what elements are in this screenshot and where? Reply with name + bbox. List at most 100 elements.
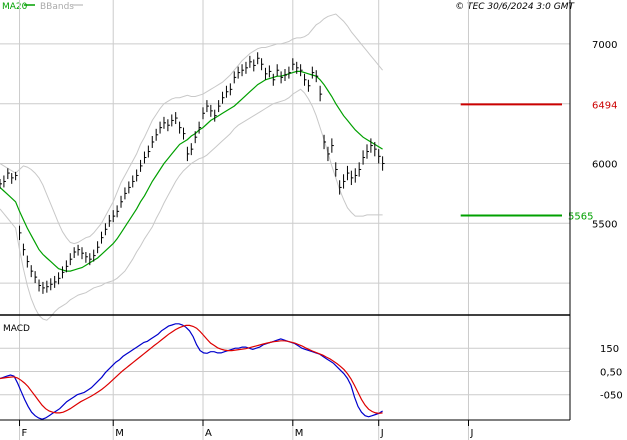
price-bar	[311, 66, 315, 79]
price-bar	[288, 66, 291, 79]
price-bar	[292, 58, 295, 71]
macd-tick-label: 150	[600, 344, 619, 355]
price-bar	[370, 138, 373, 153]
price-bar	[214, 109, 217, 122]
price-bar	[374, 141, 377, 157]
price-bar	[366, 144, 369, 159]
ma20-series	[0, 70, 383, 272]
price-bar	[163, 116, 166, 129]
price-bar	[19, 225, 22, 241]
price-bar	[253, 59, 256, 72]
price-bar	[151, 135, 155, 148]
macd-y-axis: 150 0,50 -050	[600, 344, 623, 402]
price-bar	[140, 159, 143, 172]
price-bar	[343, 174, 346, 189]
bbands-lines	[0, 13, 383, 321]
price-bar	[179, 121, 182, 134]
price-bar	[245, 61, 248, 74]
price-bar	[11, 173, 14, 184]
price-bar	[218, 100, 221, 113]
price-bar	[229, 83, 233, 96]
price-bar	[307, 79, 311, 92]
price-bar	[315, 70, 319, 83]
price-bar	[331, 138, 334, 153]
price-bar	[116, 205, 120, 218]
price-bar	[272, 73, 276, 86]
price-bar	[97, 241, 100, 254]
x-tick-label: A	[205, 428, 212, 439]
price-bar	[22, 243, 26, 256]
price-tick-label: 6000	[592, 160, 617, 171]
price-bar	[34, 271, 38, 284]
price-bar	[175, 112, 178, 125]
price-tick-label: 7000	[592, 40, 617, 51]
price-bar	[58, 272, 61, 285]
ma20-line	[0, 70, 383, 272]
price-bar	[85, 252, 88, 263]
price-bar	[319, 85, 323, 102]
price-bar	[26, 255, 30, 268]
price-bar	[300, 64, 303, 77]
price-bar	[171, 114, 174, 127]
price-bar	[210, 104, 213, 117]
x-tick-label: M	[295, 428, 304, 439]
price-bar	[155, 128, 159, 141]
price-bar	[77, 244, 81, 256]
price-bar	[222, 91, 225, 104]
price-bar	[124, 187, 127, 200]
price-bar	[261, 58, 264, 71]
price-bar	[202, 107, 206, 120]
price-bar	[296, 61, 299, 74]
price-bar	[112, 210, 116, 223]
x-axis: FMAMJJ	[19, 420, 473, 439]
legend-bbands: BBands	[40, 2, 74, 12]
price-bar	[280, 71, 284, 84]
price-bar	[182, 127, 186, 140]
price-grid	[0, 0, 570, 440]
macd-series-signal	[0, 324, 383, 414]
price-bar	[276, 64, 280, 77]
price-bar	[159, 121, 163, 134]
price-bar	[81, 247, 84, 260]
price-bar	[69, 253, 73, 266]
price-bar	[50, 278, 53, 291]
price-bar	[268, 65, 272, 78]
price-bar	[167, 119, 170, 132]
resistance-label: 6494	[592, 100, 617, 111]
x-tick-label: M	[115, 428, 124, 439]
price-bar	[42, 281, 45, 294]
price-bar	[346, 165, 350, 181]
price-bar	[108, 214, 112, 227]
price-bar	[284, 69, 287, 81]
price-bar	[136, 169, 139, 182]
price-bar	[186, 146, 190, 162]
x-tick-label: J	[469, 428, 473, 439]
price-bar	[198, 121, 202, 134]
x-tick-label: F	[22, 428, 28, 439]
price-bar	[241, 64, 245, 77]
price-bar	[206, 100, 209, 113]
price-bar	[54, 275, 57, 288]
price-bar	[257, 52, 260, 65]
price-bar	[233, 71, 237, 84]
price-bar	[237, 66, 241, 79]
price-y-axis: 5500 6000 7000	[592, 40, 617, 230]
price-bar	[335, 162, 338, 177]
price-bar	[358, 162, 362, 177]
price-bar	[89, 253, 92, 266]
price-bar	[225, 85, 229, 98]
price-bar	[104, 223, 108, 236]
price-bar	[147, 145, 151, 158]
price-bar	[362, 150, 366, 165]
copyright-label: © TEC 30/6/2024 3:0 GMT	[455, 2, 575, 12]
price-bar	[264, 67, 268, 80]
price-bar	[3, 175, 6, 188]
macd-tick-label: 0,50	[600, 367, 622, 378]
price-bar	[0, 179, 2, 189]
macd-title: MACD	[3, 324, 30, 334]
macd-grid	[0, 347, 570, 396]
price-bar	[378, 149, 381, 164]
price-bar	[73, 247, 77, 258]
macd-tick-label: -050	[600, 391, 623, 402]
x-tick-label: J	[380, 428, 384, 439]
